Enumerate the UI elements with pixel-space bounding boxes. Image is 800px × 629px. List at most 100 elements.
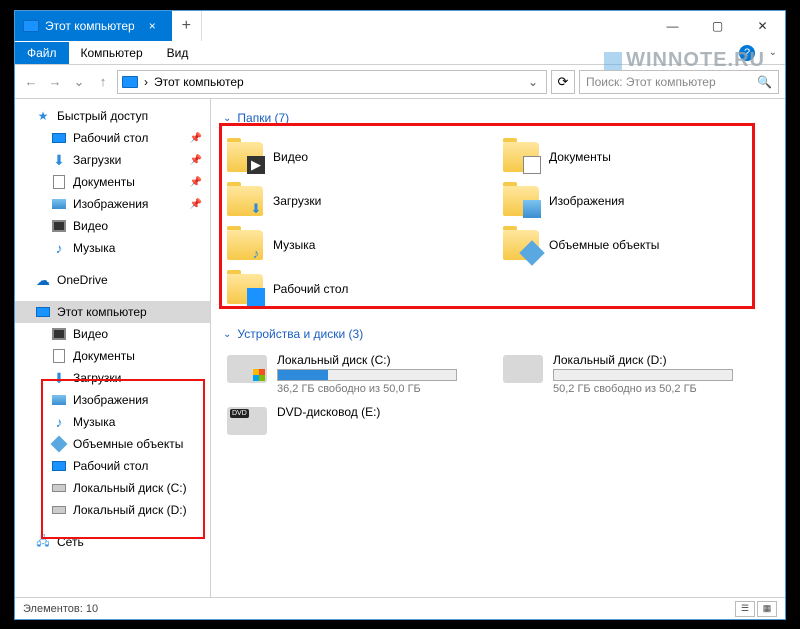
- tab-thispc[interactable]: Этот компьютер ×: [15, 11, 172, 41]
- folder-downloads[interactable]: ⬇ Загрузки: [227, 181, 493, 221]
- ribbon-view[interactable]: Вид: [155, 42, 201, 64]
- sidebar-onedrive[interactable]: ☁ OneDrive: [15, 269, 210, 291]
- usage-text: 36,2 ГБ свободно из 50,0 ГБ: [277, 383, 493, 395]
- chevron-down-icon: ⌄: [223, 113, 231, 124]
- label: Локальный диск (C:): [277, 353, 493, 367]
- usage-bar: [553, 369, 733, 381]
- pin-icon: 📌: [190, 133, 202, 144]
- ribbon-file[interactable]: Файл: [15, 42, 69, 64]
- video-icon: ▶: [247, 156, 265, 174]
- search-box[interactable]: Поиск: Этот компьютер 🔍: [579, 70, 779, 94]
- cloud-icon: ☁: [35, 272, 51, 288]
- usage-bar: [277, 369, 457, 381]
- label: Объемные объекты: [73, 437, 183, 451]
- label: Документы: [73, 175, 135, 189]
- drive-icon: [52, 506, 66, 514]
- ribbon-computer[interactable]: Компьютер: [69, 42, 155, 64]
- chevron-down-icon: ⌄: [223, 329, 231, 340]
- label: Видео: [73, 327, 108, 341]
- label: Локальный диск (D:): [553, 353, 769, 367]
- sidebar-desktop[interactable]: Рабочий стол📌: [15, 127, 210, 149]
- sidebar-downloads[interactable]: ⬇Загрузки📌: [15, 149, 210, 171]
- sidebar-pc-3d[interactable]: Объемные объекты: [15, 433, 210, 455]
- folder-images[interactable]: Изображения: [503, 181, 769, 221]
- label: Загрузки: [273, 194, 321, 208]
- video-icon: [52, 328, 66, 340]
- document-icon: [53, 349, 65, 363]
- forward-button[interactable]: →: [45, 72, 65, 92]
- refresh-button[interactable]: ⟳: [551, 70, 575, 94]
- usage-text: 50,2 ГБ свободно из 50,2 ГБ: [553, 383, 769, 395]
- label: Документы: [73, 349, 135, 363]
- group-folders-header[interactable]: ⌄ Папки (7): [223, 111, 773, 125]
- maximize-button[interactable]: ▢: [695, 11, 740, 41]
- expand-ribbon-button[interactable]: ⌄: [769, 47, 777, 58]
- view-details-button[interactable]: ☰: [735, 601, 755, 617]
- label: OneDrive: [57, 273, 108, 287]
- drive-dvd[interactable]: DVD-дисковод (E:): [227, 405, 493, 435]
- label: Музыка: [73, 241, 115, 255]
- address-dropdown[interactable]: ⌄: [524, 75, 542, 89]
- help-button[interactable]: ?: [739, 45, 755, 61]
- new-tab-button[interactable]: +: [172, 11, 202, 41]
- sidebar-pc-desktop[interactable]: Рабочий стол: [15, 455, 210, 477]
- address-bar[interactable]: › Этот компьютер ⌄: [117, 70, 547, 94]
- tab-close-button[interactable]: ×: [141, 19, 164, 33]
- sidebar-video[interactable]: Видео: [15, 215, 210, 237]
- download-icon: ⬇: [51, 370, 67, 386]
- sidebar-pc-images[interactable]: Изображения: [15, 389, 210, 411]
- close-button[interactable]: ✕: [740, 11, 785, 41]
- sidebar-pc-downloads[interactable]: ⬇Загрузки: [15, 367, 210, 389]
- sidebar-pc-video[interactable]: Видео: [15, 323, 210, 345]
- sidebar-pc-music[interactable]: ♪ Музыка: [15, 411, 210, 433]
- pin-icon: 📌: [190, 177, 202, 188]
- desktop-icon: [52, 461, 66, 471]
- label: Этот компьютер: [57, 305, 147, 319]
- pin-icon: 📌: [190, 155, 202, 166]
- folder-desktop[interactable]: Рабочий стол: [227, 269, 493, 309]
- document-icon: [53, 175, 65, 189]
- music-icon: ♪: [247, 244, 265, 262]
- sidebar-images[interactable]: Изображения📌: [15, 193, 210, 215]
- label: Музыка: [73, 415, 115, 429]
- folder-documents[interactable]: Документы: [503, 137, 769, 177]
- sidebar-drive-d[interactable]: Локальный диск (D:): [15, 499, 210, 521]
- address-text: Этот компьютер: [154, 75, 244, 89]
- sidebar-thispc[interactable]: Этот компьютер: [15, 301, 210, 323]
- folder-video[interactable]: ▶Видео: [227, 137, 493, 177]
- group-drives-header[interactable]: ⌄ Устройства и диски (3): [223, 327, 773, 341]
- label: Быстрый доступ: [57, 109, 148, 123]
- sidebar-network[interactable]: 🖧Сеть: [15, 531, 210, 553]
- sidebar-music[interactable]: ♪Музыка: [15, 237, 210, 259]
- label: Изображения: [73, 393, 148, 407]
- label: Документы: [549, 150, 611, 164]
- minimize-button[interactable]: —: [650, 11, 695, 41]
- folder-3d[interactable]: Объемные объекты: [503, 225, 769, 265]
- cube-icon: [519, 240, 544, 265]
- recent-button[interactable]: ⌄: [69, 72, 89, 92]
- label: Объемные объекты: [549, 238, 659, 252]
- sidebar-drive-c[interactable]: Локальный диск (C:): [15, 477, 210, 499]
- drive-d[interactable]: Локальный диск (D:) 50,2 ГБ свободно из …: [503, 353, 769, 395]
- drive-icon: [503, 355, 543, 383]
- music-icon: ♪: [51, 414, 67, 430]
- pc-icon: [122, 76, 138, 88]
- back-button[interactable]: ←: [21, 72, 41, 92]
- drive-c[interactable]: Локальный диск (C:) 36,2 ГБ свободно из …: [227, 353, 493, 395]
- sidebar-documents[interactable]: Документы 📌: [15, 171, 210, 193]
- view-tiles-button[interactable]: ▦: [757, 601, 777, 617]
- sidebar-pc-documents[interactable]: Документы: [15, 345, 210, 367]
- desktop-icon: [52, 133, 66, 143]
- label: Устройства и диски (3): [237, 327, 363, 341]
- label: Музыка: [273, 238, 315, 252]
- download-icon: ⬇: [247, 200, 265, 218]
- label: Рабочий стол: [273, 282, 348, 296]
- search-icon[interactable]: 🔍: [757, 75, 772, 89]
- titlebar: Этот компьютер × + — ▢ ✕: [15, 11, 785, 41]
- sidebar-quick-access[interactable]: ★ Быстрый доступ: [15, 105, 210, 127]
- label: DVD-дисковод (E:): [277, 405, 493, 419]
- up-button[interactable]: ↑: [93, 72, 113, 92]
- folder-music[interactable]: ♪ Музыка: [227, 225, 493, 265]
- tab-label: Этот компьютер: [45, 19, 135, 33]
- pc-icon: [23, 20, 39, 32]
